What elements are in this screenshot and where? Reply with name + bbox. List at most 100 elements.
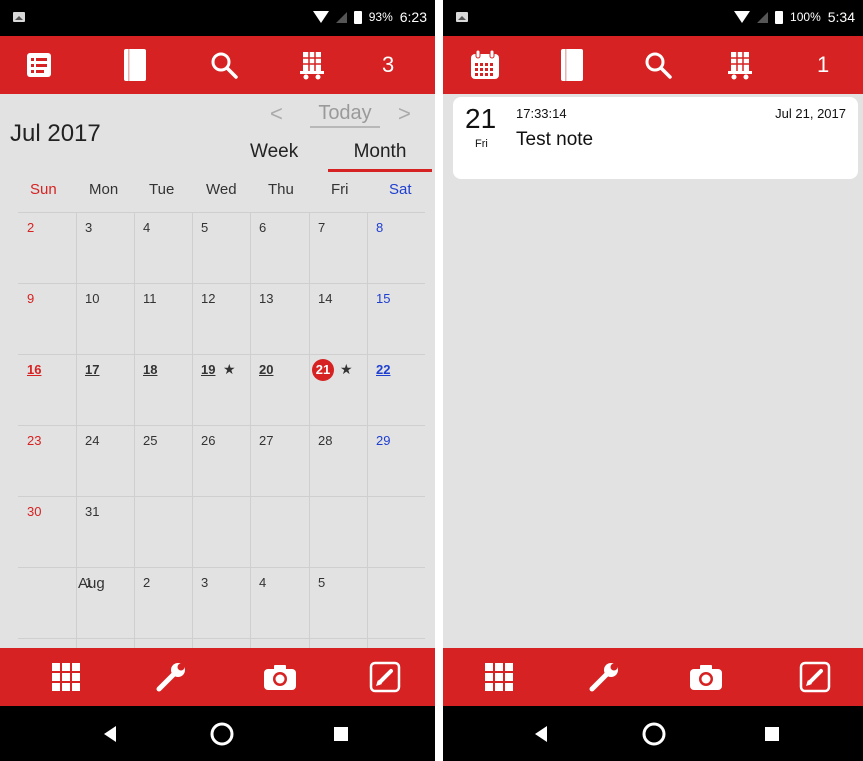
item-count: 1 xyxy=(817,52,830,77)
camera-button[interactable] xyxy=(253,648,307,706)
day-cell[interactable]: 30 xyxy=(27,504,41,519)
settings-button[interactable] xyxy=(577,648,631,706)
list-icon xyxy=(27,53,51,77)
day-cell[interactable]: 16 xyxy=(27,362,41,377)
grid-icon xyxy=(52,663,80,691)
day-cell[interactable]: 3 xyxy=(85,220,92,235)
day-cell[interactable]: 12 xyxy=(201,291,215,306)
day-cell[interactable]: 24 xyxy=(85,433,99,448)
tab-month[interactable]: Month xyxy=(328,141,432,172)
day-cell[interactable]: 15 xyxy=(376,291,390,306)
calendar-button[interactable] xyxy=(460,36,510,94)
recents-icon xyxy=(765,726,779,741)
back-icon xyxy=(104,725,116,742)
status-bar: 93% 6:23 xyxy=(0,0,435,36)
day-cell[interactable]: 13 xyxy=(259,291,273,306)
day-cell[interactable]: 28 xyxy=(318,433,332,448)
day-cell[interactable]: 25 xyxy=(143,433,157,448)
day-cell[interactable]: 19 xyxy=(201,362,215,377)
weekday-label: Fri xyxy=(331,181,349,198)
shopping-cart-icon xyxy=(728,52,752,80)
image-notification-icon xyxy=(456,12,468,22)
back-icon xyxy=(535,725,547,742)
search-icon xyxy=(211,52,238,79)
list-button[interactable] xyxy=(14,36,64,94)
note-time: 17:33:14 xyxy=(516,106,567,121)
shopping-cart-icon xyxy=(300,52,324,80)
new-note-button[interactable] xyxy=(788,648,842,706)
new-note-button[interactable] xyxy=(358,648,412,706)
grid-line xyxy=(134,212,135,648)
shopping-cart-button[interactable] xyxy=(715,36,765,94)
day-cell[interactable]: 29 xyxy=(376,433,390,448)
day-cell[interactable]: 31 xyxy=(85,504,99,519)
star-icon: ★ xyxy=(223,361,236,377)
notebook-button[interactable] xyxy=(110,36,160,94)
shopping-cart-button[interactable] xyxy=(287,36,337,94)
battery-percent: 100% xyxy=(790,10,821,24)
month-grid: 2 3 4 5 6 7 8 9 10 11 12 13 14 15 16 17 18 19 ★ 20 21 ★ 22 23 24… xyxy=(0,212,425,648)
day-cell[interactable]: 4 xyxy=(259,575,266,590)
back-button[interactable] xyxy=(516,706,566,761)
clock: 5:34 xyxy=(827,9,855,25)
today-day-cell[interactable]: 21 xyxy=(312,359,334,381)
day-cell[interactable]: 3 xyxy=(201,575,208,590)
day-cell[interactable]: 23 xyxy=(27,433,41,448)
home-button[interactable] xyxy=(629,706,679,761)
day-cell[interactable]: 14 xyxy=(318,291,332,306)
day-cell[interactable]: 7 xyxy=(318,220,325,235)
search-button[interactable] xyxy=(199,36,249,94)
day-cell[interactable]: 20 xyxy=(259,362,273,377)
grid-line xyxy=(367,212,368,648)
next-month-button[interactable]: > xyxy=(398,101,411,127)
weekday-header: Sun Mon Tue Wed Thu Fri Sat xyxy=(0,178,435,202)
weekday-label: Wed xyxy=(206,181,237,198)
previous-month-button[interactable]: < xyxy=(270,101,283,127)
notebook-icon xyxy=(124,49,146,81)
grid-line xyxy=(18,496,425,497)
day-cell[interactable]: 9 xyxy=(27,291,34,306)
day-cell[interactable]: 27 xyxy=(259,433,273,448)
day-cell[interactable]: 5 xyxy=(318,575,325,590)
recents-button[interactable] xyxy=(747,706,797,761)
day-cell[interactable]: 2 xyxy=(27,220,34,235)
home-button[interactable] xyxy=(197,706,247,761)
weekday-label: Sun xyxy=(30,181,57,198)
day-cell[interactable]: 11 xyxy=(143,291,157,306)
status-bar: 100% 5:34 xyxy=(443,0,863,36)
note-card[interactable]: 21 Fri 17:33:14 Test note Jul 21, 2017 xyxy=(453,97,858,179)
weekday-label: Mon xyxy=(89,181,119,198)
today-button[interactable]: Today xyxy=(310,102,380,128)
day-cell[interactable]: 17 xyxy=(85,362,99,377)
grid-icon xyxy=(485,663,513,691)
system-nav-bar xyxy=(0,706,435,761)
day-cell[interactable]: 2 xyxy=(143,575,150,590)
next-month-label: Aug xyxy=(78,575,105,592)
settings-button[interactable] xyxy=(144,648,198,706)
day-cell[interactable]: 6 xyxy=(259,220,266,235)
day-cell[interactable]: 22 xyxy=(376,362,390,377)
search-button[interactable] xyxy=(633,36,683,94)
day-cell[interactable]: 4 xyxy=(143,220,150,235)
grid-line xyxy=(192,212,193,648)
signal-icon xyxy=(335,11,347,23)
home-icon xyxy=(642,722,666,745)
apps-button[interactable] xyxy=(472,648,526,706)
camera-button[interactable] xyxy=(679,648,733,706)
day-cell[interactable]: 8 xyxy=(376,220,383,235)
notebook-button[interactable] xyxy=(547,36,597,94)
tab-week[interactable]: Week xyxy=(250,141,298,163)
battery-percent: 93% xyxy=(368,10,393,24)
bottom-toolbar xyxy=(0,648,435,706)
apps-button[interactable] xyxy=(39,648,93,706)
bottom-toolbar xyxy=(443,648,863,706)
day-cell[interactable]: 26 xyxy=(201,433,215,448)
day-cell[interactable]: 18 xyxy=(143,362,157,377)
back-button[interactable] xyxy=(85,706,135,761)
top-toolbar: 3 xyxy=(0,36,435,94)
recents-button[interactable] xyxy=(316,706,366,761)
day-cell[interactable]: 10 xyxy=(85,291,99,306)
camera-icon xyxy=(264,665,296,690)
day-cell[interactable]: 5 xyxy=(201,220,208,235)
grid-line xyxy=(18,567,425,568)
